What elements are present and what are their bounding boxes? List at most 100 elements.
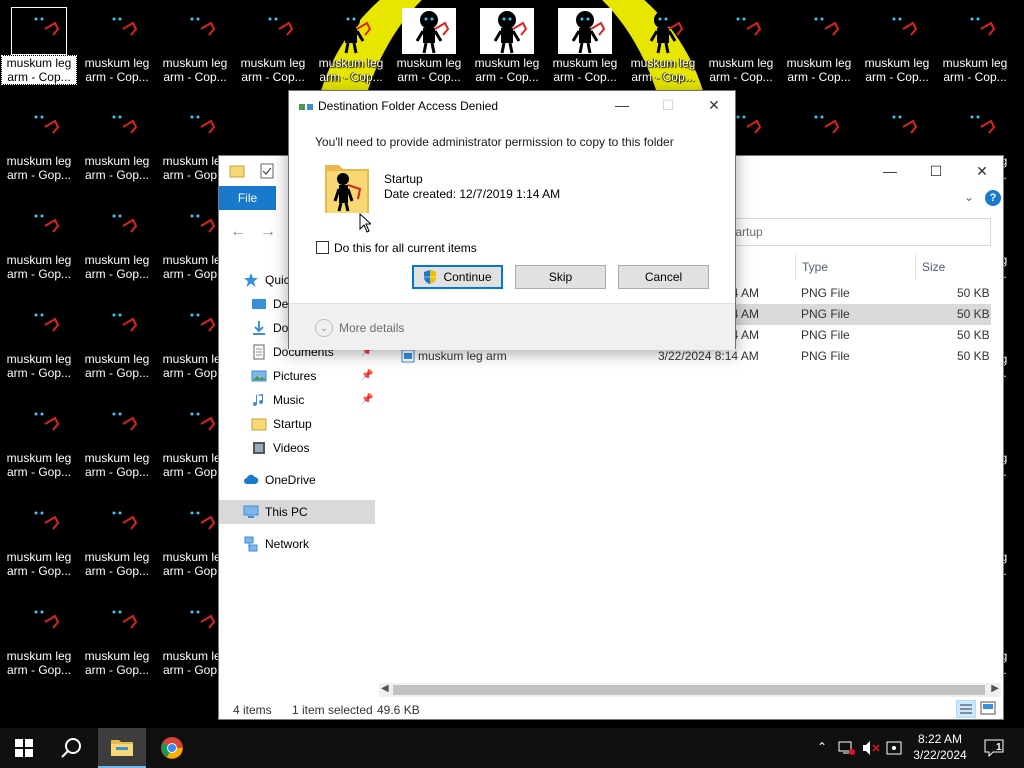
desktop-icon-file[interactable]: muskum legarm - Cop... bbox=[626, 6, 700, 98]
scrollbar-thumb[interactable] bbox=[393, 685, 985, 695]
apply-all-label[interactable]: Do this for all current items bbox=[334, 241, 477, 255]
nav-this-pc[interactable]: This PC bbox=[219, 500, 375, 524]
show-hidden-icons-icon[interactable]: ⌃ bbox=[817, 740, 827, 754]
more-details-toggle[interactable]: ⌄ More details bbox=[315, 319, 404, 337]
column-header-type[interactable]: Type bbox=[795, 254, 913, 280]
skip-button[interactable]: Skip bbox=[515, 265, 606, 289]
network-status-icon[interactable] bbox=[838, 740, 856, 756]
desktop-icon-file[interactable]: muskum legarm - Cop... bbox=[782, 6, 856, 98]
desktop-icon-file[interactable]: muskum legarm - Cop... bbox=[392, 6, 466, 98]
cancel-button[interactable]: Cancel bbox=[618, 265, 709, 289]
back-arrow-icon[interactable]: ← bbox=[227, 222, 249, 242]
desktop-icon-file[interactable]: muskum leg arm - Gop... bbox=[2, 104, 76, 196]
desktop-icon-label: muskum leg arm - Gop... bbox=[6, 253, 72, 281]
pictures-icon bbox=[251, 370, 267, 382]
apply-all-checkbox[interactable] bbox=[316, 241, 329, 254]
nav-network[interactable]: Network bbox=[219, 532, 375, 556]
desktop-icon-file[interactable]: muskum legarm - Cop... bbox=[548, 6, 622, 98]
notification-count: 1 bbox=[996, 742, 1002, 753]
access-denied-dialog[interactable]: Destination Folder Access Denied — ☐ ✕ Y… bbox=[288, 90, 737, 350]
image-thumbnail-icon bbox=[870, 8, 924, 54]
large-icons-view-icon[interactable] bbox=[980, 701, 996, 715]
desktop-icon-file[interactable]: muskum legarm - Cop... bbox=[80, 6, 154, 98]
details-view-icon[interactable] bbox=[956, 700, 976, 718]
expand-ribbon-icon[interactable]: ⌄ bbox=[964, 190, 974, 204]
copy-icon bbox=[299, 104, 313, 110]
image-thumbnail-icon bbox=[480, 8, 534, 54]
folder-name: Startup bbox=[384, 172, 423, 186]
dialog-close-button[interactable]: ✕ bbox=[691, 91, 737, 119]
desktop-icon-file[interactable]: muskum leg arm - Gop... bbox=[80, 599, 154, 691]
search-input[interactable]: tartup bbox=[723, 218, 991, 246]
search-button[interactable] bbox=[48, 728, 96, 768]
taskbar-file-explorer[interactable] bbox=[98, 728, 146, 768]
nav-videos[interactable]: Videos bbox=[219, 436, 375, 460]
scroll-left-icon[interactable]: ◀ bbox=[381, 683, 389, 694]
desktop-icon-file[interactable]: muskum leg arm - Gop... bbox=[2, 599, 76, 691]
videos-icon bbox=[253, 442, 265, 454]
dialog-maximize-button: ☐ bbox=[661, 96, 675, 113]
taskbar-clock[interactable]: 8:22 AM 3/22/2024 bbox=[908, 731, 972, 763]
dialog-minimize-button[interactable]: — bbox=[599, 91, 645, 119]
help-icon[interactable]: ? bbox=[985, 190, 1001, 206]
taskbar-chrome[interactable] bbox=[148, 728, 196, 768]
desktop-icon-file[interactable]: muskum legarm - Cop... bbox=[704, 6, 778, 98]
nav-pictures[interactable]: Pictures 📌 bbox=[219, 364, 375, 388]
image-thumbnail-icon bbox=[168, 502, 222, 548]
status-selected: 1 item selected bbox=[292, 703, 373, 717]
desktop-icon-file[interactable]: muskum leg arm - Gop... bbox=[2, 500, 76, 592]
properties-icon[interactable] bbox=[259, 163, 275, 179]
desktop-icon-file[interactable]: muskum leg arm - Gop... bbox=[80, 302, 154, 394]
nav-music[interactable]: Music 📌 bbox=[219, 388, 375, 412]
desktop-icon-file[interactable]: muskum legarm - Cop... bbox=[1, 6, 77, 98]
forward-arrow-icon[interactable]: → bbox=[257, 222, 279, 242]
volume-muted-icon[interactable] bbox=[862, 740, 880, 756]
documents-icon bbox=[253, 344, 265, 360]
nav-startup[interactable]: Startup bbox=[219, 412, 375, 436]
horizontal-scrollbar[interactable]: ◀ ▶ bbox=[379, 683, 1001, 697]
desktop-icon-file[interactable]: muskum leg arm - Gop... bbox=[80, 203, 154, 295]
image-thumbnail-icon bbox=[90, 304, 144, 350]
desktop-icon-file[interactable]: muskum legarm - Cop... bbox=[158, 6, 232, 98]
image-thumbnail-icon bbox=[12, 502, 66, 548]
start-button[interactable] bbox=[0, 728, 48, 768]
desktop-icon-file[interactable]: muskum leg arm - Gop... bbox=[2, 203, 76, 295]
file-explorer-icon bbox=[111, 740, 133, 756]
desktop-icon bbox=[252, 299, 266, 309]
notifications-button[interactable]: 1 bbox=[976, 728, 1012, 768]
desktop-icon-label: muskum legarm - Cop... bbox=[474, 56, 540, 84]
desktop-icon-file[interactable]: muskum legarm - Cop... bbox=[314, 6, 388, 98]
desktop-icon-label: muskum leg arm - Gop... bbox=[6, 154, 72, 182]
close-button[interactable]: ✕ bbox=[959, 156, 1005, 186]
column-header-size[interactable]: Size bbox=[915, 254, 995, 280]
desktop-icon-file[interactable]: muskum leg arm - Gop... bbox=[2, 401, 76, 493]
desktop-icon-label: muskum leg arm - Gop... bbox=[84, 649, 150, 677]
desktop-icon-label: muskum legarm - Cop... bbox=[864, 56, 930, 84]
desktop-icon-label: muskum legarm - Cop... bbox=[552, 56, 618, 84]
image-thumbnail-icon bbox=[12, 106, 66, 152]
desktop-icon-file[interactable]: muskum leg arm - Gop... bbox=[2, 302, 76, 394]
desktop-icon-label: muskum legarm - Cop... bbox=[318, 56, 384, 84]
device-icon[interactable] bbox=[886, 740, 904, 756]
maximize-button[interactable]: ☐ bbox=[913, 156, 959, 186]
continue-button[interactable]: Continue bbox=[412, 265, 503, 289]
mouse-cursor-icon bbox=[359, 213, 371, 233]
minimize-button[interactable]: — bbox=[867, 156, 913, 186]
status-size: 49.6 KB bbox=[377, 703, 420, 717]
nav-onedrive[interactable]: OneDrive bbox=[219, 468, 375, 492]
desktop-icon-file[interactable]: muskum legarm - Cop... bbox=[470, 6, 544, 98]
desktop-icon-label: muskum leg arm - Gop... bbox=[6, 550, 72, 578]
desktop-icon-file[interactable]: muskum legarm - Cop... bbox=[236, 6, 310, 98]
desktop-icon-file[interactable]: muskum leg arm - Gop... bbox=[80, 401, 154, 493]
folder-date-created: Date created: 12/7/2019 1:14 AM bbox=[384, 187, 561, 201]
desktop-icon-file[interactable]: muskum legarm - Cop... bbox=[938, 6, 1012, 98]
image-thumbnail-icon bbox=[246, 8, 300, 54]
scroll-right-icon[interactable]: ▶ bbox=[991, 683, 999, 694]
desktop-icon-file[interactable]: muskum legarm - Cop... bbox=[860, 6, 934, 98]
image-thumbnail-icon bbox=[168, 304, 222, 350]
desktop-icon-file[interactable]: muskum leg arm - Gop... bbox=[80, 500, 154, 592]
desktop-icon-file[interactable]: muskum leg arm - Gop... bbox=[80, 104, 154, 196]
file-tab[interactable]: File bbox=[219, 186, 276, 210]
image-thumbnail-icon bbox=[324, 8, 378, 54]
desktop-icon-label: muskum leg arm - Gop... bbox=[6, 649, 72, 677]
